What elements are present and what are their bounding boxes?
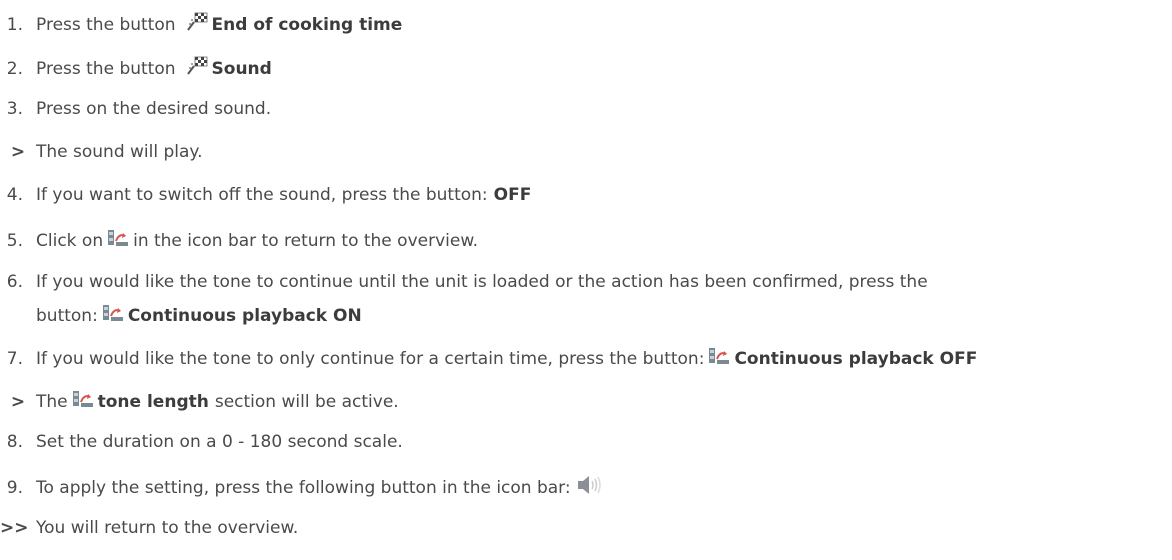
step-text-continued: section will be active. <box>214 391 399 412</box>
result-marker: > <box>10 142 26 162</box>
result-marker: > <box>10 391 26 412</box>
continuous-playback-icon <box>107 228 129 253</box>
step-number: 8. <box>6 432 23 452</box>
result-marker: >> <box>0 518 29 538</box>
checkered-flag-icon <box>186 12 208 37</box>
step-6: 6. If you would like the tone to continu… <box>0 272 928 292</box>
step-text-continued: in the icon bar to return to the overvie… <box>133 230 479 251</box>
step-result: > The tone length section will be active… <box>0 389 399 414</box>
instruction-list: 1. Press the button End of cooking time … <box>0 0 1172 560</box>
continuous-playback-icon <box>102 303 124 328</box>
step-4: 4. If you want to switch off the sound, … <box>0 185 532 205</box>
button-name: End of cooking time <box>211 14 403 35</box>
section-name: tone length <box>97 391 209 412</box>
step-number: 9. <box>6 477 23 498</box>
step-text: Click on <box>36 230 104 251</box>
step-text: If you want to switch off the sound, pre… <box>36 185 488 205</box>
step-text: Press the button <box>36 58 176 79</box>
step-2: 2. Press the button Sound <box>0 56 272 81</box>
step-number: 3. <box>6 99 23 119</box>
step-text: The sound will play. <box>36 142 203 162</box>
step-text: You will return to the overview. <box>36 518 299 538</box>
step-number: 5. <box>6 230 23 251</box>
button-name: Continuous playback OFF <box>734 348 978 369</box>
step-result: > The sound will play. <box>0 142 203 162</box>
continuous-playback-icon <box>72 389 94 414</box>
step-number: 7. <box>6 348 23 369</box>
step-8: 8. Set the duration on a 0 - 180 second … <box>0 432 403 452</box>
speaker-icon <box>577 475 603 500</box>
button-name: Sound <box>211 58 272 79</box>
step-6-continuation: button: Continuous playback ON <box>36 303 362 328</box>
step-number: 6. <box>6 272 23 292</box>
step-text: Press the button <box>36 14 176 35</box>
step-text: Set the duration on a 0 - 180 second sca… <box>36 432 403 452</box>
step-3: 3. Press on the desired sound. <box>0 99 271 119</box>
checkered-flag-icon <box>186 56 208 81</box>
step-text: If you would like the tone to continue u… <box>36 272 928 292</box>
step-final-result: >> You will return to the overview. <box>0 518 298 538</box>
step-5: 5. Click on in the icon bar to return to… <box>0 228 478 253</box>
step-text: To apply the setting, press the followin… <box>36 477 571 498</box>
step-number: 1. <box>6 14 23 35</box>
step-text: The <box>36 391 68 412</box>
step-9: 9. To apply the setting, press the follo… <box>0 475 607 500</box>
step-text-continued: button: <box>36 305 98 326</box>
step-number: 2. <box>6 58 23 79</box>
step-7: 7. If you would like the tone to only co… <box>0 346 977 371</box>
button-name: Continuous playback ON <box>127 305 362 326</box>
button-name: OFF <box>493 185 532 205</box>
step-number: 4. <box>6 185 23 205</box>
continuous-playback-icon <box>708 346 730 371</box>
step-text: Press on the desired sound. <box>36 99 272 119</box>
step-text: If you would like the tone to only conti… <box>36 348 705 369</box>
step-1: 1. Press the button End of cooking time <box>0 12 402 37</box>
